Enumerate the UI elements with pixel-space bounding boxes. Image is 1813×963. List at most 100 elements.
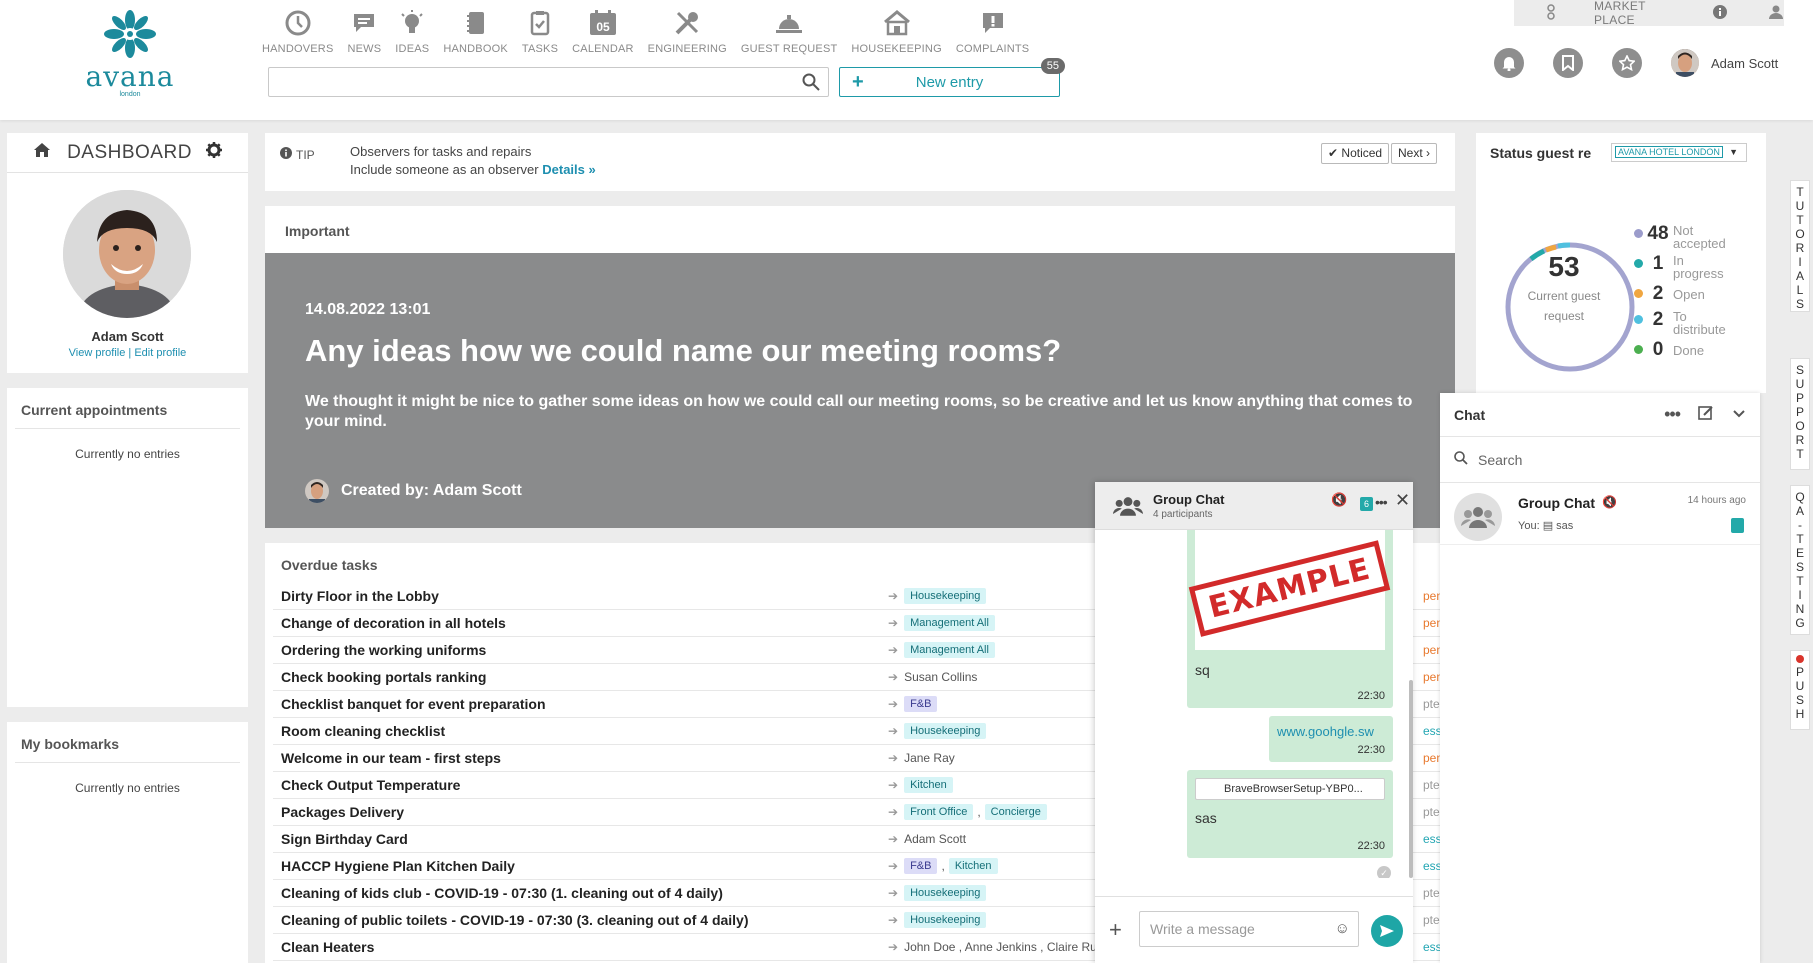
- module-news[interactable]: NEWS: [347, 8, 381, 55]
- module-handbook[interactable]: HANDBOOK: [443, 8, 508, 55]
- message-input[interactable]: Write a message ☺: [1139, 911, 1359, 947]
- status-label: Not accepted: [1673, 223, 1726, 251]
- noticed-button[interactable]: ✔ Noticed: [1321, 143, 1390, 164]
- edit-profile-link[interactable]: Edit profile: [134, 347, 186, 359]
- status-not-accepted[interactable]: 48 Not accepted: [1634, 223, 1733, 250]
- tip-text: Include someone as an observer Details »: [350, 162, 596, 177]
- send-button[interactable]: [1371, 915, 1403, 947]
- house-icon: [882, 8, 912, 38]
- support-tab[interactable]: SUPPORT: [1790, 358, 1810, 470]
- status-done[interactable]: 0 Done: [1634, 339, 1733, 361]
- module-complaints[interactable]: COMPLAINTS: [956, 8, 1030, 55]
- hotel-select[interactable]: AVANA HOTEL LONDON ▼: [1611, 143, 1747, 162]
- task-name[interactable]: Checklist banquet for event preparation: [281, 696, 546, 712]
- chat-scrollbar[interactable]: [1409, 680, 1413, 878]
- status-total-label: Current guest request: [1527, 289, 1601, 323]
- attached-image[interactable]: EXAMPLE: [1189, 530, 1391, 650]
- status-count: 0: [1652, 339, 1664, 360]
- chat-list-item[interactable]: Group Chat 🔇 14 hours ago You: ▤ sas: [1440, 483, 1760, 545]
- chat-search-input[interactable]: Search: [1440, 437, 1760, 483]
- gear-icon[interactable]: [205, 141, 222, 164]
- module-ideas[interactable]: IDEAS: [395, 8, 429, 55]
- profile-photo[interactable]: [63, 190, 191, 318]
- emoji-icon[interactable]: ☺: [1335, 920, 1350, 937]
- task-assignee: ➔ F&B, Kitchen: [888, 858, 1000, 874]
- task-name[interactable]: Room cleaning checklist: [281, 723, 445, 739]
- home-icon[interactable]: [33, 142, 51, 164]
- clipboard-check-icon: [525, 8, 555, 38]
- user-name[interactable]: Adam Scott: [1711, 56, 1778, 71]
- task-name[interactable]: Check Output Temperature: [281, 777, 460, 793]
- important-heading: Important: [285, 223, 350, 239]
- side-tab-label: TUTORIALS: [1795, 185, 1805, 311]
- task-name[interactable]: Sign Birthday Card: [281, 831, 408, 847]
- status-in-progress[interactable]: 1 In progress: [1634, 253, 1733, 280]
- info-icon[interactable]: [1712, 4, 1728, 23]
- module-calendar[interactable]: 05 CALENDAR: [572, 8, 634, 55]
- task-assignee: ➔ Front Office, Concierge: [888, 804, 1049, 820]
- tutorials-tab[interactable]: TUTORIALS: [1790, 180, 1810, 312]
- module-navigation: HANDOVERS NEWS IDEAS HANDBOOK TASKS 05 C…: [262, 8, 1043, 55]
- module-guest-request[interactable]: GUEST REQUEST: [741, 8, 838, 55]
- avana-logo[interactable]: avana london: [85, 10, 175, 98]
- global-search-input[interactable]: [268, 67, 829, 97]
- module-engineering[interactable]: ENGINEERING: [648, 8, 727, 55]
- module-tasks[interactable]: TASKS: [522, 8, 558, 55]
- bookmarks-button[interactable]: [1553, 48, 1583, 78]
- status-to-distribute[interactable]: 2 To distribute: [1634, 309, 1733, 336]
- bookmarks-empty-text: Currently no entries: [75, 781, 180, 795]
- message-link[interactable]: www.goohgle.sw: [1277, 724, 1374, 739]
- link-message-bubble[interactable]: www.goohgle.sw 22:30: [1269, 716, 1393, 762]
- task-name[interactable]: Check booking portals ranking: [281, 669, 486, 685]
- notifications-button[interactable]: [1494, 48, 1524, 78]
- marketplace-link[interactable]: MARKET PLACE: [1594, 0, 1680, 27]
- side-tab-label: SUPPORT: [1795, 363, 1805, 461]
- image-message-bubble[interactable]: EXAMPLE sq 22:30: [1187, 530, 1393, 708]
- arrow-right-icon: ➔: [888, 940, 899, 954]
- dashboard-profile-card: DASHBOARD Adam Scott View profile | Edit…: [7, 133, 248, 373]
- apps-icon[interactable]: [1544, 3, 1558, 23]
- chat-item-time: 14 hours ago: [1687, 495, 1746, 506]
- chat-panel-header: Chat •••: [1440, 393, 1760, 437]
- module-housekeeping[interactable]: HOUSEKEEPING: [851, 8, 942, 55]
- arrow-right-icon: ➔: [888, 724, 899, 738]
- file-attachment[interactable]: BraveBrowserSetup-YBP0...: [1195, 778, 1385, 800]
- task-status: ess: [1423, 940, 1442, 954]
- module-handovers[interactable]: HANDOVERS: [262, 8, 333, 55]
- task-name[interactable]: Ordering the working uniforms: [281, 642, 486, 658]
- new-entry-button[interactable]: + New entry 55: [839, 58, 1065, 97]
- close-icon[interactable]: ✕: [1395, 490, 1410, 511]
- more-options-icon[interactable]: •••: [1664, 404, 1681, 425]
- group-chat-participants[interactable]: 4 participants: [1153, 509, 1212, 520]
- tip-details-link[interactable]: Details »: [542, 162, 595, 177]
- task-name[interactable]: Cleaning of kids club - COVID-19 - 07:30…: [281, 885, 723, 901]
- more-options-icon[interactable]: •••: [1375, 494, 1388, 510]
- arrow-right-icon: ➔: [888, 832, 899, 846]
- side-tab-label: PUSH: [1795, 665, 1805, 721]
- next-tip-button[interactable]: Next ›: [1391, 143, 1438, 164]
- creator-avatar: [305, 479, 329, 503]
- status-open[interactable]: 2 Open: [1634, 283, 1733, 305]
- task-name[interactable]: Cleaning of public toilets - COVID-19 - …: [281, 912, 749, 928]
- favorites-button[interactable]: [1612, 48, 1642, 78]
- user-avatar[interactable]: [1671, 49, 1699, 77]
- task-name[interactable]: Clean Heaters: [281, 939, 374, 955]
- task-name[interactable]: Change of decoration in all hotels: [281, 615, 506, 631]
- compose-icon[interactable]: [1698, 405, 1714, 424]
- view-profile-link[interactable]: View profile: [69, 347, 126, 359]
- status-label: In progress: [1673, 253, 1724, 281]
- task-name[interactable]: Packages Delivery: [281, 804, 404, 820]
- mute-icon[interactable]: 🔇: [1331, 492, 1347, 508]
- task-name[interactable]: Dirty Floor in the Lobby: [281, 588, 439, 604]
- plus-icon[interactable]: +: [1109, 917, 1122, 943]
- file-message-bubble[interactable]: BraveBrowserSetup-YBP0... sas 22:30: [1187, 770, 1393, 858]
- qa-testing-tab[interactable]: QA-TESTING: [1790, 485, 1810, 635]
- search-field[interactable]: [275, 69, 775, 95]
- search-icon[interactable]: [802, 73, 820, 94]
- chevron-down-icon[interactable]: [1732, 407, 1746, 422]
- task-name[interactable]: Welcome in our team - first steps: [281, 750, 501, 766]
- chat-item-preview: You: ▤ sas: [1518, 519, 1573, 532]
- task-name[interactable]: HACCP Hygiene Plan Kitchen Daily: [281, 858, 515, 874]
- push-tab[interactable]: PUSH: [1790, 650, 1810, 730]
- user-menu-icon[interactable]: [1768, 4, 1784, 23]
